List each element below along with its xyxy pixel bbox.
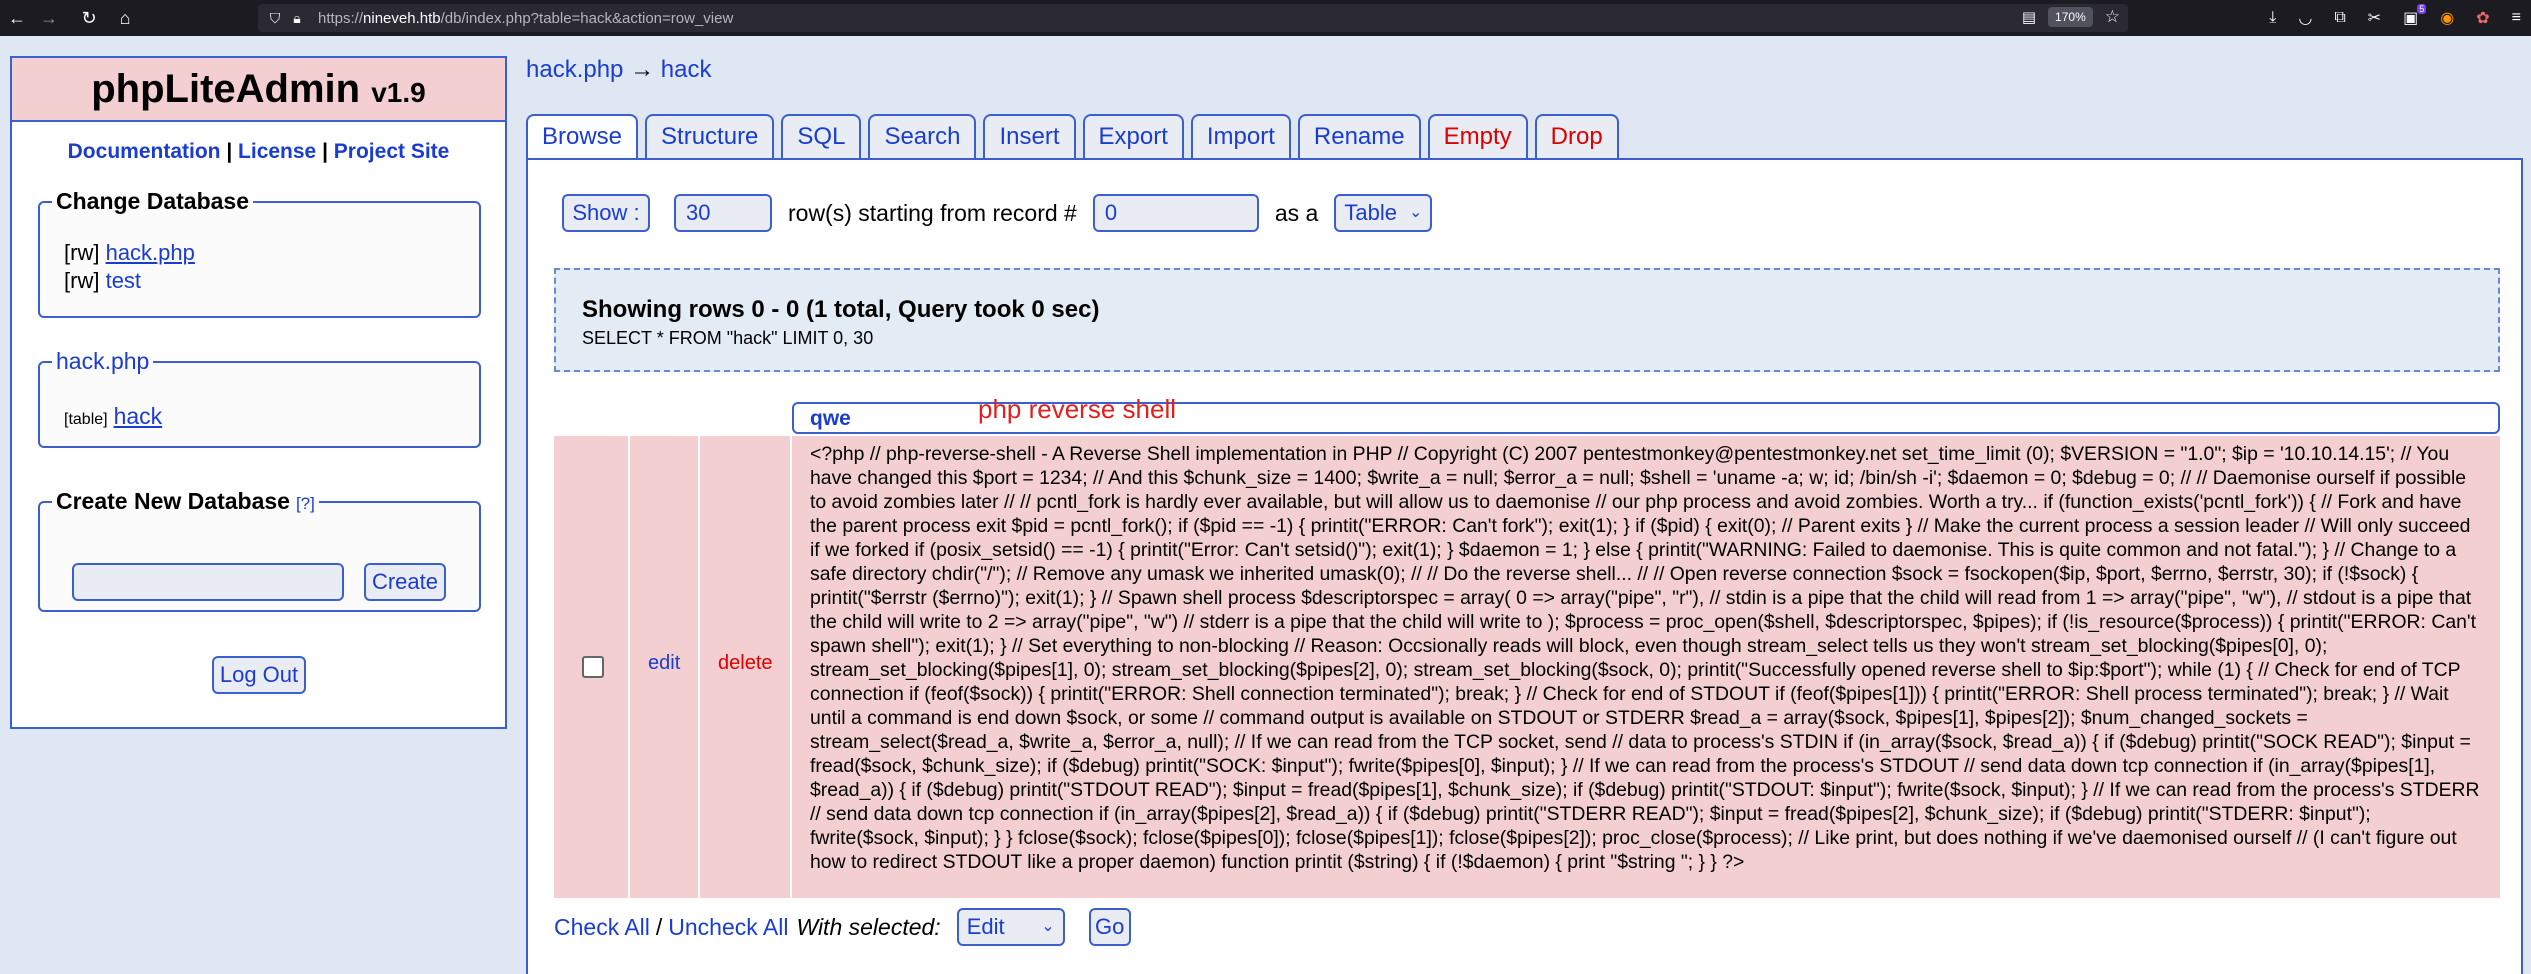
browser-toolbar: ← → ↻ ⌂ ⛉ 🔒︎ https://nineveh.htb/db/inde… [0, 0, 2531, 36]
show-controls: Show : 30 row(s) starting from record # … [562, 194, 1433, 232]
edit-link[interactable]: edit [648, 652, 680, 675]
rows-count-input[interactable]: 30 [674, 194, 772, 232]
database-item: [rw] hack.php [64, 240, 195, 265]
create-button[interactable]: Create [364, 563, 446, 601]
as-a-text: as a [1274, 199, 1319, 226]
rows-summary: Showing rows 0 - 0 (1 total, Query took … [582, 296, 1100, 323]
url-text[interactable]: https://nineveh.htb/db/index.php?table=h… [318, 10, 733, 27]
breadcrumb-table-link[interactable]: hack [661, 56, 712, 83]
check-all-link[interactable]: Check All [554, 914, 650, 941]
row-delete-cell: delete [700, 436, 790, 898]
firefox-account-icon[interactable]: ◉ [2440, 8, 2454, 28]
breadcrumb-db-link[interactable]: hack.php [526, 56, 623, 83]
tab-insert[interactable]: Insert [983, 114, 1076, 158]
new-database-input[interactable] [72, 563, 344, 601]
pocket-icon[interactable]: ◡ [2298, 8, 2312, 28]
tab-search[interactable]: Search [868, 114, 977, 158]
help-link[interactable]: [?] [296, 494, 315, 513]
downloads-icon[interactable]: ⤓ [2269, 9, 2276, 27]
home-icon[interactable]: ⌂ [110, 0, 140, 36]
chevron-down-icon: ⌄ [1408, 204, 1423, 221]
delete-link[interactable]: delete [718, 652, 773, 675]
chevron-down-icon: ⌄ [1041, 918, 1055, 935]
breadcrumb: hack.php → hack [526, 56, 712, 83]
tab-export[interactable]: Export [1082, 114, 1184, 158]
app-logo: phpLiteAdmin v1.9 [12, 58, 505, 122]
database-link-hack-php[interactable]: hack.php [106, 240, 195, 265]
bulk-actions: Check All / Uncheck All With selected: E… [554, 908, 1131, 946]
current-database-legend[interactable]: hack.php [52, 348, 153, 375]
documentation-link[interactable]: Documentation [68, 140, 221, 163]
rows-text: row(s) starting from record # [788, 199, 1077, 226]
notification-icon[interactable]: ▣ 5 [2403, 4, 2427, 28]
row-checkbox[interactable] [582, 656, 604, 678]
main-panel: Show : 30 row(s) starting from record # … [526, 158, 2523, 974]
tab-browse[interactable]: Browse [526, 114, 639, 162]
current-database-panel: hack.php [table] hack [38, 348, 481, 448]
tab-structure[interactable]: Structure [645, 114, 775, 158]
sql-query: SELECT * FROM "hack" LIMIT 0, 30 [582, 328, 874, 348]
row-value-cell: <?php // php-reverse-shell - A Reverse S… [792, 436, 2500, 898]
extensions-icon[interactable]: ⧉ [2334, 9, 2345, 27]
table-link-hack[interactable]: hack [114, 403, 163, 429]
row-checkbox-cell [554, 436, 628, 898]
tab-rename[interactable]: Rename [1297, 114, 1421, 158]
zoom-level[interactable]: 170% [2048, 7, 2093, 27]
annotation-text: php reverse shell [978, 394, 1176, 424]
tab-drop[interactable]: Drop [1534, 114, 1619, 158]
sidebar: phpLiteAdmin v1.9 Documentation | Licens… [10, 56, 507, 729]
sidebar-links: Documentation | License | Project Site [67, 140, 450, 163]
project-site-link[interactable]: Project Site [334, 140, 450, 163]
change-database-legend: Change Database [56, 188, 250, 214]
reader-view-icon[interactable]: ▤ [2022, 8, 2036, 26]
cell-value: <?php // php-reverse-shell - A Reverse S… [810, 443, 2480, 873]
notification-badge: 5 [2417, 4, 2427, 14]
column-name-qwe[interactable]: qwe [810, 407, 851, 431]
url-bar[interactable]: ⛉ 🔒︎ https://nineveh.htb/db/index.php?ta… [258, 4, 2128, 32]
view-mode-select[interactable]: Table ⌄ [1334, 194, 1433, 232]
addon-icon[interactable]: ✿ [2476, 8, 2489, 28]
database-item: [rw] test [64, 268, 142, 293]
tools-icon[interactable]: ✂ [2368, 8, 2381, 28]
tab-bar: Browse Structure SQL Search Insert Expor… [526, 114, 1619, 162]
start-record-input[interactable]: 0 [1092, 194, 1259, 232]
change-database-panel: Change Database [rw] hack.php [rw] test [38, 188, 481, 318]
bookmark-star-icon[interactable]: ☆ [2105, 7, 2120, 27]
uncheck-all-link[interactable]: Uncheck All [668, 914, 788, 941]
license-link[interactable]: License [238, 140, 316, 163]
shield-icon[interactable]: ⛉ [264, 7, 286, 29]
show-button[interactable]: Show : [562, 194, 650, 232]
with-selected-label: With selected: [796, 913, 941, 940]
query-info-box: Showing rows 0 - 0 (1 total, Query took … [554, 268, 2500, 372]
logout-button[interactable]: Log Out [212, 656, 306, 694]
reload-icon[interactable]: ↻ [74, 0, 104, 36]
tab-empty[interactable]: Empty [1427, 114, 1528, 158]
forward-icon[interactable]: → [34, 0, 64, 36]
bulk-action-select[interactable]: Edit ⌄ [956, 908, 1065, 946]
tab-sql[interactable]: SQL [781, 114, 862, 158]
row-edit-cell: edit [630, 436, 698, 898]
table-item: [table] hack [64, 403, 163, 429]
database-link-test[interactable]: test [106, 268, 141, 293]
go-button[interactable]: Go [1088, 908, 1131, 946]
create-database-legend: Create New Database [?] [56, 488, 315, 514]
table-row: edit delete <?php // php-reverse-shell -… [554, 436, 2500, 898]
back-icon[interactable]: ← [2, 0, 32, 36]
menu-icon[interactable]: ≡ [2512, 9, 2521, 27]
create-database-panel: Create New Database [?] Create [38, 488, 481, 612]
lock-icon[interactable]: 🔒︎ [286, 7, 308, 29]
tab-import[interactable]: Import [1190, 114, 1291, 158]
